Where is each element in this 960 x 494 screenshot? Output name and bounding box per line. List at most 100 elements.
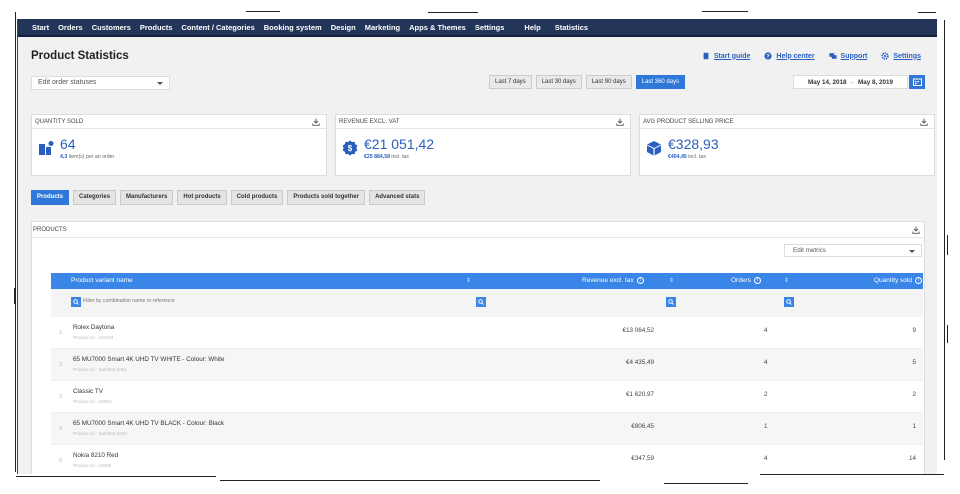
- frame-line: [14, 288, 15, 304]
- column-quantity[interactable]: Quantity sold i: [874, 277, 922, 284]
- edit-metrics-select[interactable]: Edit metrics: [784, 244, 922, 257]
- download-icon[interactable]: [616, 118, 624, 126]
- help-center-label: Help center: [776, 52, 815, 60]
- stats-tabs: Products Categories Manufacturers Hot pr…: [31, 190, 426, 205]
- filter-name-button[interactable]: [71, 297, 81, 307]
- date-range-field[interactable]: May 14, 2018 – May 8, 2019: [793, 75, 908, 89]
- chat-icon: [828, 53, 837, 59]
- kpi-quantity-sold: Quantity sold 64 4,3 item(s) per an orde…: [31, 114, 327, 176]
- range-7-days-button[interactable]: Last 7 days: [489, 75, 532, 89]
- sort-icon[interactable]: ⇕: [934, 277, 937, 284]
- quantity-value: 14: [908, 455, 916, 462]
- nav-apps-themes[interactable]: Apps & Themes: [409, 23, 466, 32]
- nav-booking-system[interactable]: Booking system: [264, 23, 322, 32]
- support-link[interactable]: Support: [828, 52, 868, 60]
- column-product-name[interactable]: Product variant name: [71, 277, 133, 284]
- tab-manufacturers[interactable]: Manufacturers: [120, 190, 174, 205]
- quantity-value: 2: [912, 391, 916, 398]
- filter-orders-button[interactable]: [666, 297, 676, 307]
- start-guide-link[interactable]: Start guide: [702, 52, 751, 60]
- kpi-sub-text: incl. tax: [688, 154, 706, 160]
- nav-content-categories[interactable]: Content / Categories: [181, 23, 254, 32]
- nav-settings[interactable]: Settings: [475, 23, 505, 32]
- date-to: May 8, 2019: [858, 78, 894, 86]
- kpi-title: Revenue excl. VAT: [336, 115, 630, 129]
- tab-hot-products[interactable]: Hot products: [177, 190, 227, 205]
- nav-statistics[interactable]: Statistics: [555, 23, 588, 32]
- frame-line: [246, 11, 280, 12]
- nav-products[interactable]: Products: [140, 23, 173, 32]
- sort-icon[interactable]: ⇕: [784, 277, 789, 284]
- kpi-subtext: €25 884,58 incl. tax: [364, 154, 409, 160]
- order-status-select[interactable]: Edit order statuses: [31, 76, 170, 90]
- table-row[interactable]: 1. Rolex Daytona Product no.: 234234 €13…: [51, 317, 923, 349]
- range-360-days-button[interactable]: Last 360 days: [635, 75, 686, 89]
- table-header: Product variant name ⇕ Revenue excl. tax…: [51, 273, 937, 289]
- dollar-badge-icon: $: [342, 140, 358, 156]
- range-30-days-button[interactable]: Last 30 days: [535, 75, 582, 89]
- frame-line: [220, 480, 600, 481]
- order-status-select-label: Edit order statuses: [38, 79, 97, 86]
- frame-line: [428, 12, 478, 13]
- revenue-value: €13 064,52: [622, 327, 654, 334]
- top-navigation: Start Orders Customers Products Content …: [18, 19, 937, 37]
- nav-marketing[interactable]: Marketing: [365, 23, 400, 32]
- tab-categories[interactable]: Categories: [73, 190, 117, 205]
- filter-revenue-button[interactable]: [476, 297, 486, 307]
- download-icon[interactable]: [920, 118, 928, 126]
- download-icon[interactable]: [912, 226, 920, 234]
- quantity-value: 9: [912, 327, 916, 334]
- row-number: 3.: [59, 394, 64, 400]
- range-90-days-button[interactable]: Last 90 days: [585, 75, 632, 89]
- filter-quantity-button[interactable]: [784, 297, 794, 307]
- kpi-sub-value: €404,45: [668, 154, 687, 160]
- product-name: 65 MU7000 Smart 4K UHD TV WHITE - Colour…: [73, 356, 225, 363]
- page-title: Product Statistics: [31, 50, 129, 62]
- calendar-button[interactable]: [909, 75, 925, 89]
- kpi-value: €21 051,42: [364, 136, 435, 152]
- help-center-link[interactable]: ? Help center: [764, 52, 815, 60]
- tab-products[interactable]: Products: [31, 190, 70, 205]
- product-reference: Product no.: 10008: [73, 463, 112, 468]
- column-revenue[interactable]: Revenue excl. tax i: [582, 277, 644, 284]
- edit-metrics-label: Edit metrics: [793, 247, 826, 254]
- tab-products-sold-together[interactable]: Products sold together: [287, 190, 366, 205]
- start-guide-label: Start guide: [713, 52, 751, 60]
- filter-row: [51, 289, 923, 317]
- info-icon[interactable]: i: [636, 277, 644, 284]
- revenue-value: €347,59: [631, 455, 654, 462]
- kpi-sub-value: €25 884,58: [364, 154, 390, 160]
- nav-design[interactable]: Design: [331, 23, 356, 32]
- support-label: Support: [840, 52, 868, 60]
- kpi-revenue: Revenue excl. VAT $ €21 051,42 €25 884,5…: [335, 114, 631, 176]
- sort-icon[interactable]: ⇕: [466, 277, 471, 284]
- box-icon: [647, 141, 661, 156]
- frame-line: [944, 20, 945, 460]
- info-icon[interactable]: i: [753, 277, 761, 284]
- nav-customers[interactable]: Customers: [92, 23, 131, 32]
- app-window: Start Orders Customers Products Content …: [17, 19, 937, 474]
- tab-advanced-stats[interactable]: Advanced stats: [369, 190, 426, 205]
- table-row[interactable]: 5. Nokia 8210 Red Product no.: 10008 €34…: [51, 445, 923, 474]
- range-buttons: Last 7 days Last 30 days Last 90 days La…: [489, 75, 686, 89]
- table-row[interactable]: 4. 65 MU7000 Smart 4K UHD TV BLACK - Col…: [51, 413, 923, 445]
- date-separator: –: [850, 78, 854, 86]
- frame-line: [760, 474, 944, 475]
- kpi-sub-text: incl. tax: [391, 154, 410, 160]
- download-icon[interactable]: [312, 118, 320, 126]
- nav-start[interactable]: Start: [32, 23, 49, 32]
- sort-icon[interactable]: ⇕: [669, 277, 674, 284]
- row-number: 1.: [59, 330, 64, 336]
- nav-orders[interactable]: Orders: [58, 23, 83, 32]
- table-row[interactable]: 2. 65 MU7000 Smart 4K UHD TV WHITE - Col…: [51, 349, 923, 381]
- tab-cold-products[interactable]: Cold products: [230, 190, 284, 205]
- kpi-sub-value: 4,3: [60, 154, 68, 160]
- info-icon[interactable]: i: [914, 277, 922, 284]
- table-row[interactable]: 3. Classic TV Product no.: tv0001 €1 620…: [51, 381, 923, 413]
- search-icon: [668, 299, 674, 305]
- filter-name-input[interactable]: [83, 298, 283, 304]
- column-orders[interactable]: Orders i: [731, 277, 761, 284]
- nav-help[interactable]: Help: [524, 23, 540, 32]
- settings-link[interactable]: Settings: [881, 52, 921, 60]
- kpi-value: 64: [60, 136, 76, 152]
